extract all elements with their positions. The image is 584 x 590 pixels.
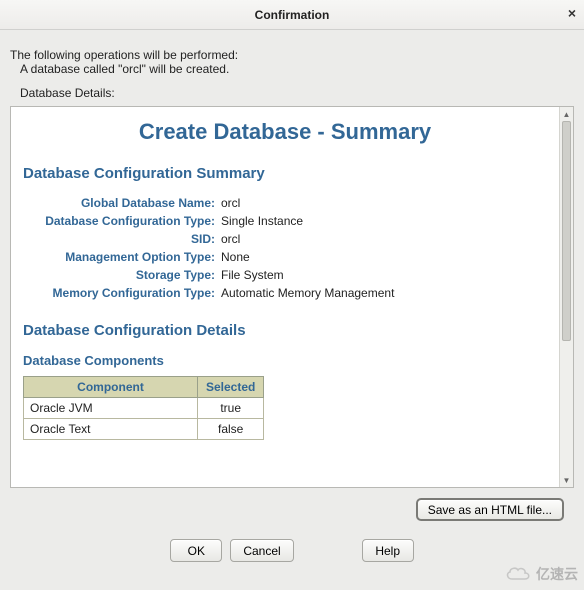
- window-title: Confirmation: [255, 8, 330, 22]
- kv-value: orcl: [221, 232, 240, 246]
- kv-row: Global Database Name: orcl: [23, 196, 547, 210]
- components-table: Component Selected Oracle JVM true Oracl…: [23, 376, 264, 440]
- kv-value: None: [221, 250, 250, 264]
- cell-selected: false: [198, 419, 264, 440]
- kv-row: Management Option Type: None: [23, 250, 547, 264]
- cell-component: Oracle JVM: [24, 398, 198, 419]
- cell-selected: true: [198, 398, 264, 419]
- help-button[interactable]: Help: [362, 539, 414, 562]
- button-row: OK Cancel Help: [10, 525, 574, 570]
- kv-value: File System: [221, 268, 284, 282]
- table-header-row: Component Selected: [24, 377, 264, 398]
- kv-value: orcl: [221, 196, 240, 210]
- table-row: Oracle Text false: [24, 419, 264, 440]
- col-component: Component: [24, 377, 198, 398]
- kv-row: Database Configuration Type: Single Inst…: [23, 214, 547, 228]
- components-heading: Database Components: [23, 353, 547, 368]
- scroll-down-icon[interactable]: ▼: [560, 473, 573, 487]
- close-icon[interactable]: ×: [568, 5, 576, 21]
- ok-button[interactable]: OK: [170, 539, 222, 562]
- kv-label: Management Option Type:: [23, 250, 215, 264]
- intro-line-1: The following operations will be perform…: [10, 48, 574, 62]
- summary-scroll-area[interactable]: Create Database - Summary Database Confi…: [11, 107, 559, 487]
- page-title: Create Database - Summary: [23, 119, 547, 145]
- kv-label: Memory Configuration Type:: [23, 286, 215, 300]
- cell-component: Oracle Text: [24, 419, 198, 440]
- details-label: Database Details:: [20, 86, 574, 100]
- config-summary-heading: Database Configuration Summary: [23, 165, 547, 182]
- intro-line-2: A database called "orcl" will be created…: [20, 62, 574, 76]
- scroll-thumb[interactable]: [562, 121, 571, 341]
- intro-text: The following operations will be perform…: [10, 48, 574, 76]
- summary-panel: Create Database - Summary Database Confi…: [10, 106, 574, 488]
- titlebar: Confirmation ×: [0, 0, 584, 30]
- table-row: Oracle JVM true: [24, 398, 264, 419]
- scroll-up-icon[interactable]: ▲: [560, 107, 573, 121]
- kv-row: SID: orcl: [23, 232, 547, 246]
- cancel-button[interactable]: Cancel: [230, 539, 293, 562]
- kv-label: Storage Type:: [23, 268, 215, 282]
- kv-row: Memory Configuration Type: Automatic Mem…: [23, 286, 547, 300]
- kv-label: SID:: [23, 232, 215, 246]
- col-selected: Selected: [198, 377, 264, 398]
- kv-value: Automatic Memory Management: [221, 286, 394, 300]
- save-as-html-button[interactable]: Save as an HTML file...: [416, 498, 564, 521]
- kv-row: Storage Type: File System: [23, 268, 547, 282]
- kv-label: Global Database Name:: [23, 196, 215, 210]
- scrollbar[interactable]: ▲ ▼: [559, 107, 573, 487]
- config-details-heading: Database Configuration Details: [23, 322, 547, 339]
- save-row: Save as an HTML file...: [10, 488, 574, 525]
- kv-label: Database Configuration Type:: [23, 214, 215, 228]
- kv-value: Single Instance: [221, 214, 303, 228]
- dialog-body: The following operations will be perform…: [0, 30, 584, 574]
